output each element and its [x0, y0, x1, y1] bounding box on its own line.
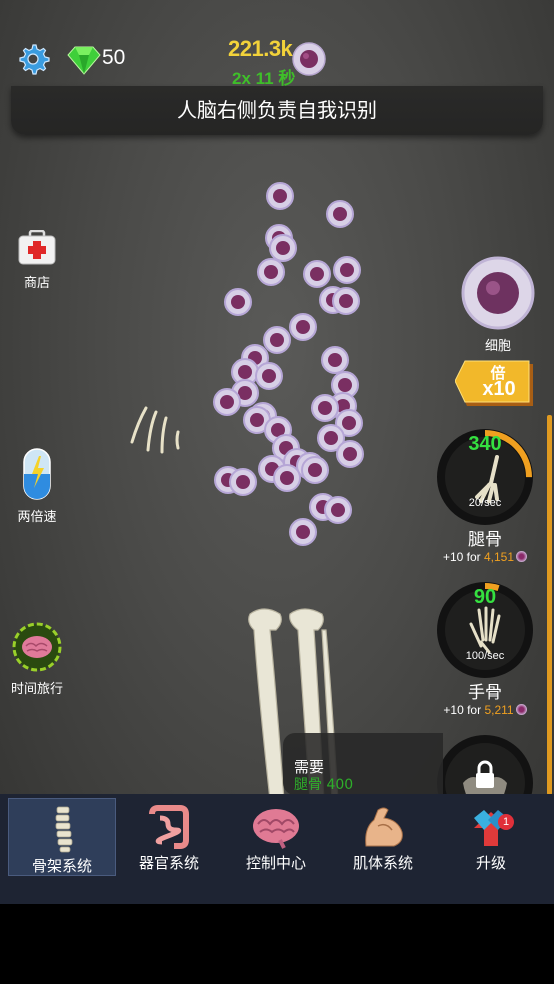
time-travel-label: 时间旅行 — [10, 682, 63, 697]
spine-icon — [55, 806, 73, 853]
cell-label: 细胞 — [484, 339, 511, 354]
brain-icon — [253, 809, 299, 849]
cell-mini-icon — [516, 551, 528, 562]
hand-bone-upgrade[interactable]: 90 100/sec 手骨 +10 for 5,211 — [430, 580, 540, 717]
tab-upgrade[interactable]: 升级 1 — [438, 798, 544, 874]
fact-banner: 人脑右侧负责自我识别 — [11, 86, 543, 135]
first-aid-kit-icon — [18, 229, 56, 265]
hand-bone-cost: +10 for 5,211 — [430, 703, 540, 717]
notification-badge: 1 — [498, 814, 514, 830]
hand-bone-name: 手骨 — [468, 683, 502, 703]
requirement-text: 腿骨 400 — [294, 777, 354, 793]
gem-count: 50 — [102, 46, 126, 69]
tab-upgrade-label: 升级 — [475, 854, 506, 872]
time-travel-button[interactable]: 时间旅行 — [2, 622, 72, 697]
shop-button[interactable]: 商店 — [2, 229, 72, 291]
cell-mini-icon — [515, 704, 527, 715]
settings-gear-icon[interactable] — [16, 42, 50, 76]
double-speed-label: 两倍速 — [17, 510, 57, 525]
hand-bone-count: 90 — [473, 586, 497, 608]
tab-organs-label: 器官系统 — [138, 854, 199, 872]
shop-label: 商店 — [23, 276, 50, 291]
intestine-icon — [149, 805, 189, 849]
cell-cluster[interactable] — [205, 180, 375, 550]
cell-icon — [461, 256, 535, 330]
game-screen: 50 221.3k 2x 11 秒 人脑右侧负责自我识别 商店 两倍速 时间旅行… — [0, 0, 554, 904]
scroll-indicator[interactable] — [547, 415, 552, 795]
arm-muscle-icon — [365, 807, 403, 847]
tab-skeleton-label: 骨架系统 — [31, 857, 92, 875]
cell-upgrade-button[interactable]: 细胞 — [458, 255, 538, 354]
tab-control-label: 控制中心 — [245, 854, 306, 872]
tab-muscle-label: 肌体系统 — [352, 854, 413, 872]
speed-capsule-icon — [23, 448, 51, 500]
tab-skeleton-system[interactable]: 骨架系统 — [8, 798, 116, 876]
leg-bone-count: 340 — [468, 433, 502, 455]
multiplier-value: x10 — [482, 378, 516, 400]
leg-bone-name: 腿骨 — [468, 530, 502, 550]
hand-bone-rate: 100/sec — [465, 650, 505, 662]
leg-bone-cost: +10 for 4,151 — [430, 550, 540, 564]
gem-icon — [67, 45, 101, 75]
multiplier-x10-button[interactable]: 倍 x10 — [454, 360, 535, 412]
cells-total-counter: 221.3k — [228, 36, 293, 61]
leg-bone-rate: 20/sec — [468, 497, 502, 509]
tab-muscle-system[interactable]: 肌体系统 — [330, 798, 436, 874]
bottom-nav: 骨架系统 器官系统 控制中心 肌体系统 升级 1 — [0, 794, 554, 904]
tab-control-center[interactable]: 控制中心 — [223, 798, 329, 874]
tab-organ-system[interactable]: 器官系统 — [116, 798, 222, 874]
brain-clock-icon — [12, 622, 62, 672]
leg-bone-upgrade[interactable]: 340 20/sec 腿骨 +10 for 4,151 — [430, 427, 540, 564]
cell-currency-icon — [292, 42, 326, 76]
bone-fragments-icon — [130, 406, 180, 454]
double-speed-button[interactable]: 两倍速 — [2, 448, 72, 525]
